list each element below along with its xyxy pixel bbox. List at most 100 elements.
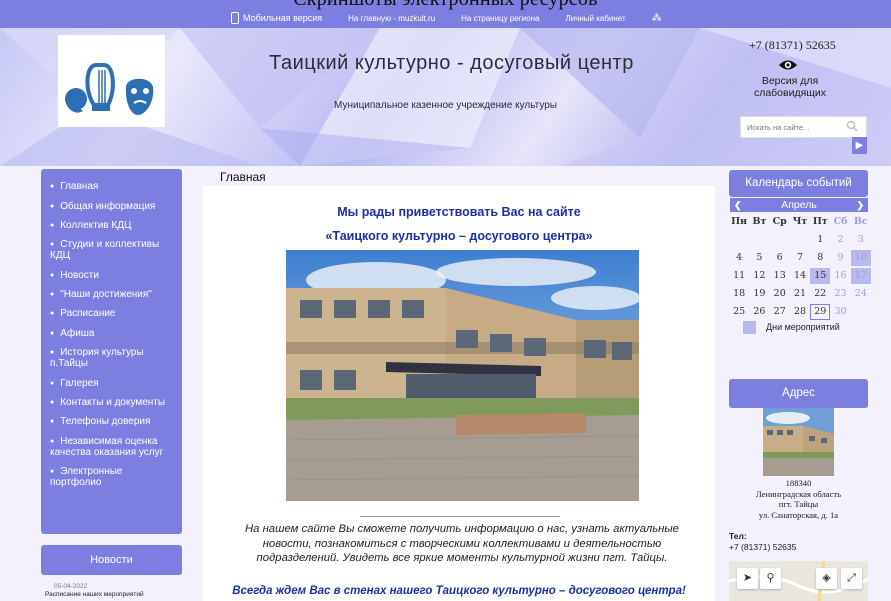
calendar-month: Апрель [781,199,817,211]
calendar-title: Календарь событий [729,170,868,197]
map-search-icon[interactable]: ⚲ [760,568,781,589]
calendar-empty-cell [851,304,871,320]
calendar-day[interactable]: 27 [770,304,790,320]
content-divider [360,516,560,517]
sidebar-item-gallery[interactable]: ● Галерея [41,373,182,392]
map-widget[interactable]: ➤ ⚲ ◈ ⤢ [729,561,868,601]
tel-value: +7 (81371) 52635 [729,542,797,552]
sidebar-item-studios[interactable]: ● Студии и коллективы КДЦ [41,235,182,265]
calendar-day[interactable]: 10 [850,250,871,266]
building-photo [286,250,639,501]
eye-icon[interactable] [778,59,798,71]
calendar-day[interactable]: 8 [810,250,830,266]
calendar-day[interactable]: 21 [790,286,810,302]
sidebar-item-staff[interactable]: ● Коллектив КДЦ [41,216,182,235]
calendar-day[interactable]: 15 [810,268,831,284]
sitemap-icon[interactable]: ⁂ [652,13,662,24]
search-submit-button[interactable]: ▶ [852,137,867,154]
sidebar-item-news[interactable]: ● Новости [41,266,182,285]
calendar-week-row: 4 5 6 7 8 9 10 [729,249,871,267]
weekday-fri: Пт [812,216,828,227]
sidebar-item-hotlines[interactable]: ● Телефоны доверия [41,412,182,431]
calendar-day[interactable]: 30 [830,304,850,320]
calendar-week-row: 11 12 13 14 15 16 17 [729,267,871,285]
calendar-day[interactable]: 22 [810,286,830,302]
calendar-day[interactable]: 11 [729,268,749,284]
region-page-link[interactable]: На страницу региона [461,14,539,23]
calendar-day[interactable]: 9 [830,250,850,266]
calendar-day[interactable]: 1 [810,232,830,248]
personal-cabinet-link[interactable]: Личный кабинет [565,14,625,23]
mobile-version-label: Мобильная версия [243,13,323,23]
site-logo[interactable] [58,35,165,127]
calendar-day[interactable]: 18 [729,286,749,302]
weekday-sat: Сб [833,216,848,227]
event-days-legend: Дни мероприятий [766,322,840,332]
site-subtitle: Муниципальное казенное учреждение культу… [334,100,557,111]
calendar-day[interactable]: 12 [749,268,769,284]
weekday-tue: Вт [752,216,767,227]
calendar-day[interactable]: 5 [749,250,769,266]
sidebar-item-achievements[interactable]: ● "Наши достижения" [41,285,182,304]
calendar-week-row: 25 26 27 28 29 30 [729,303,871,321]
calendar-day[interactable]: 17 [850,268,871,284]
news-headline-link[interactable]: Расписание наших мероприятий [45,591,144,598]
calendar-day[interactable]: 23 [830,286,850,302]
calendar-day[interactable]: 19 [749,286,769,302]
event-days-swatch [743,321,756,334]
sidebar-item-home[interactable]: ● Главная [41,177,182,196]
calendar-week-row: 123 [729,231,871,249]
calendar-month-bar: ❮ Апрель ❯ [730,198,868,212]
phone-icon [231,12,239,24]
prev-month-icon[interactable]: ❮ [734,198,742,212]
sidebar-item-schedule[interactable]: ● Расписание [41,304,182,323]
search-icon[interactable] [846,120,858,132]
address-photo [763,408,834,476]
sidebar-item-quality-assessment[interactable]: ● Независимая оценка качества оказания ус… [41,432,182,462]
calendar-day[interactable]: 14 [790,268,810,284]
sidebar-item-poster[interactable]: ● Афиша [41,324,182,343]
calendar-day[interactable]: 28 [790,304,810,320]
news-panel-title[interactable]: Новости [41,545,182,575]
calendar-empty-cell [749,232,769,248]
address-region: Ленинградская область [755,488,842,499]
map-locate-icon[interactable]: ➤ [737,568,758,589]
calendar-day[interactable]: 24 [851,286,871,302]
search-box [740,116,867,138]
weekday-wed: Ср [772,216,787,227]
low-vision-version-link[interactable]: Версия для слабовидящих [751,75,829,99]
home-muzkult-link[interactable]: На главную - muzkult.ru [348,14,435,23]
sidebar-menu: ● Главная ● Общая информация ● Коллектив КД… [41,169,182,534]
calendar-empty-cell [790,232,810,248]
sidebar-item-contacts[interactable]: ● Контакты и документы [41,393,182,412]
intro-paragraph: На нашем сайте Вы сможете получить инфор… [245,523,679,564]
mobile-version-link[interactable]: Мобильная версия [231,12,322,24]
calendar-day[interactable]: 7 [790,250,810,266]
tel-label: Тел: [729,531,747,541]
welcome-line-1: Мы рады приветствовать Вас на сайте [337,205,581,219]
calendar-day[interactable]: 13 [770,268,790,284]
calendar-day[interactable]: 25 [729,304,749,320]
calendar-day[interactable]: 16 [830,268,850,284]
address-postcode: 188340 [785,478,812,488]
sidebar-item-history[interactable]: ● История культуры п.Тайцы [41,343,182,373]
calendar-week-row: 18 19 20 21 22 23 24 [729,285,871,303]
calendar-day[interactable]: 20 [770,286,790,302]
closing-line: Всегда ждем Вас в стенах нашего Таицкого… [232,585,686,597]
calendar-weeks: 1 2 3 4 5 6 7 8 9 10 11 12 13 14 15 16 17 18 19 20 21 22 23 24 2… [729,231,871,321]
calendar-day[interactable]: 26 [749,304,769,320]
calendar-day[interactable]: 4 [729,250,749,266]
address-block: 188340 Ленинградская область пгт. Тайцы … [729,478,868,520]
map-layers-icon[interactable]: ◈ [816,568,837,589]
sidebar-item-portfolio[interactable]: ● Электронные портфолио [41,462,182,492]
calendar-day[interactable]: 2 [830,232,850,248]
search-input[interactable] [741,117,841,138]
calendar-day[interactable]: 29 [810,304,831,320]
sidebar-item-general-info[interactable]: ● Общая информация [41,196,182,215]
calendar-day[interactable]: 3 [851,232,871,248]
weekday-thu: Чт [792,216,808,227]
site-header: Таицкий культурно - досуговый центр Муни… [0,28,891,166]
next-month-icon[interactable]: ❯ [856,198,864,212]
calendar-day[interactable]: 6 [770,250,790,266]
map-expand-icon[interactable]: ⤢ [841,568,862,589]
